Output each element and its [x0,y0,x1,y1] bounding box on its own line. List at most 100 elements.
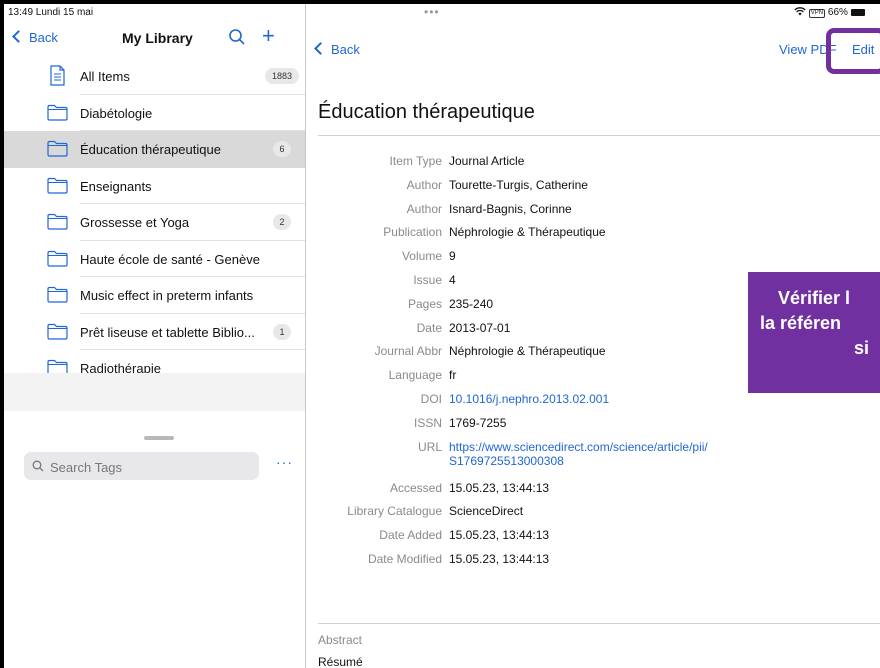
list-item-label: Haute école de santé - Genève [80,251,260,267]
detail-back-button[interactable]: Back [314,42,360,57]
list-item-label: Enseignants [80,178,152,194]
folder-icon [47,177,68,194]
field-row: Author Tourette-Turgis, Catherine [306,175,880,199]
field-row: Date Modified 15.05.23, 13:44:13 [306,549,880,573]
more-options-button[interactable]: ··· [276,454,293,470]
field-label: Date Added [379,528,442,543]
status-right: VPN 66% [794,7,865,18]
tags-search-field[interactable]: Search Tags [24,452,259,480]
item-count-badge: 1883 [265,68,299,84]
callout-line-1: Vérifier l [778,288,851,308]
chevron-left-icon [314,42,327,55]
item-count-badge: 1 [273,323,291,340]
field-value: Isnard-Bagnis, Corinne [449,201,572,216]
list-item-label: Grossesse et Yoga [80,215,190,230]
folder-icon [47,286,68,303]
field-value: 9 [449,249,456,264]
list-item[interactable]: Enseignants [4,168,305,204]
list-item[interactable]: Music effect in preterm infants [4,277,305,314]
library-title: My Library [122,30,193,46]
field-label: URL [417,439,442,454]
field-label: Pages [407,296,442,311]
list-item[interactable]: Éducation thérapeutique 6 [4,131,305,168]
add-icon[interactable]: + [262,23,275,49]
folder-icon [47,213,68,230]
list-item-label: Prêt liseuse et tablette Biblio... [80,324,255,340]
field-value: 15.05.23, 13:44:13 [449,480,550,495]
field-row: Author Isnard-Bagnis, Corinne [306,199,880,223]
collection-list: All Items 1883 Diabétologie Éducation théra… [4,58,305,387]
field-value-link[interactable]: 10.1016/j.nephro.2013.02.001 [449,392,609,406]
vpn-badge: VPN [808,9,826,18]
field-label: Issue [413,272,442,287]
title-divider [318,135,880,136]
sidebar-back-button[interactable]: Back [12,30,58,45]
callout-line-3: si [854,338,870,358]
list-item-label: Diabétologie [80,105,153,121]
field-label: Language [388,368,442,383]
field-row: Volume 9 [306,246,880,270]
list-item-label: Éducation thérapeutique [80,142,221,157]
wifi-icon [794,7,806,16]
field-label: Accessed [389,480,442,495]
abstract-divider [318,623,880,624]
field-label: Publication [383,225,442,240]
field-value: 1769-7255 [449,415,507,430]
field-row: Date Added 15.05.23, 13:44:13 [306,525,880,549]
multitasking-dots[interactable]: ••• [424,5,440,19]
list-item[interactable]: Diabétologie [4,95,305,131]
field-value: fr [449,368,457,383]
field-value: Néphrologie & Thérapeutique [449,344,606,359]
field-value: 15.05.23, 13:44:13 [449,528,550,543]
search-icon[interactable] [228,28,246,46]
battery-icon [850,9,865,16]
field-row: Accessed 15.05.23, 13:44:13 [306,478,880,502]
status-bar: 13:49 Lundi 15 mai ••• VPN 66% [4,4,880,22]
chevron-left-icon [12,30,25,43]
folder-icon [47,250,68,267]
field-value: 15.05.23, 13:44:13 [449,551,550,566]
field-value: 235-240 [449,296,494,311]
item-count-badge: 6 [273,141,291,157]
list-item[interactable]: All Items 1883 [4,58,305,95]
folder-icon [47,323,68,340]
field-value: ScienceDirect [449,504,524,519]
edit-highlight-frame [826,28,880,74]
field-value-link[interactable]: https://www.sciencedirect.com/science/ar… [449,440,708,468]
field-row: URL https://www.sciencedirect.com/science… [306,437,880,478]
url-line-1: https://www.sciencedirect.com/science/ar… [449,439,708,454]
list-footer-area [4,373,305,411]
detail-back-label: Back [331,42,360,57]
abstract-label: Abstract [318,633,363,647]
drag-handle[interactable] [144,436,174,440]
list-item[interactable]: Prêt liseuse et tablette Biblio... 1 [4,314,305,350]
field-label: Date Modified [367,551,442,566]
field-label: DOI [420,391,442,406]
field-row: Item Type Journal Article [306,151,880,175]
sidebar-back-label: Back [29,30,58,45]
annotation-callout: Vérifier l la référen si [748,272,880,393]
field-label: Author [406,177,442,192]
field-label: Date [416,320,442,335]
status-time: 13:49 Lundi 15 mai [8,7,94,18]
url-line-2: S1769725513000308 [449,453,564,468]
field-label: Library Catalogue [347,504,442,519]
field-value: 2013-07-01 [449,320,511,335]
field-value: 4 [449,272,456,287]
document-icon [50,65,65,86]
callout-line-2: la référen [760,313,842,333]
field-value: Tourette-Turgis, Catherine [449,177,588,192]
ipad-screen: 13:49 Lundi 15 mai ••• VPN 66% Back My L… [4,4,880,668]
list-item-label: All Items [80,69,130,84]
field-label: Item Type [389,154,442,168]
field-value: Néphrologie & Thérapeutique [449,225,606,240]
field-value: Journal Article [449,154,525,168]
list-item[interactable]: Haute école de santé - Genève [4,241,305,277]
list-item-label: Music effect in preterm infants [80,288,254,303]
folder-icon [47,140,68,157]
field-label: Volume [401,249,442,264]
field-label: ISSN [413,415,442,430]
folder-icon [47,104,68,121]
field-row: Publication Néphrologie & Thérapeutique [306,222,880,246]
list-item[interactable]: Grossesse et Yoga 2 [4,204,305,241]
